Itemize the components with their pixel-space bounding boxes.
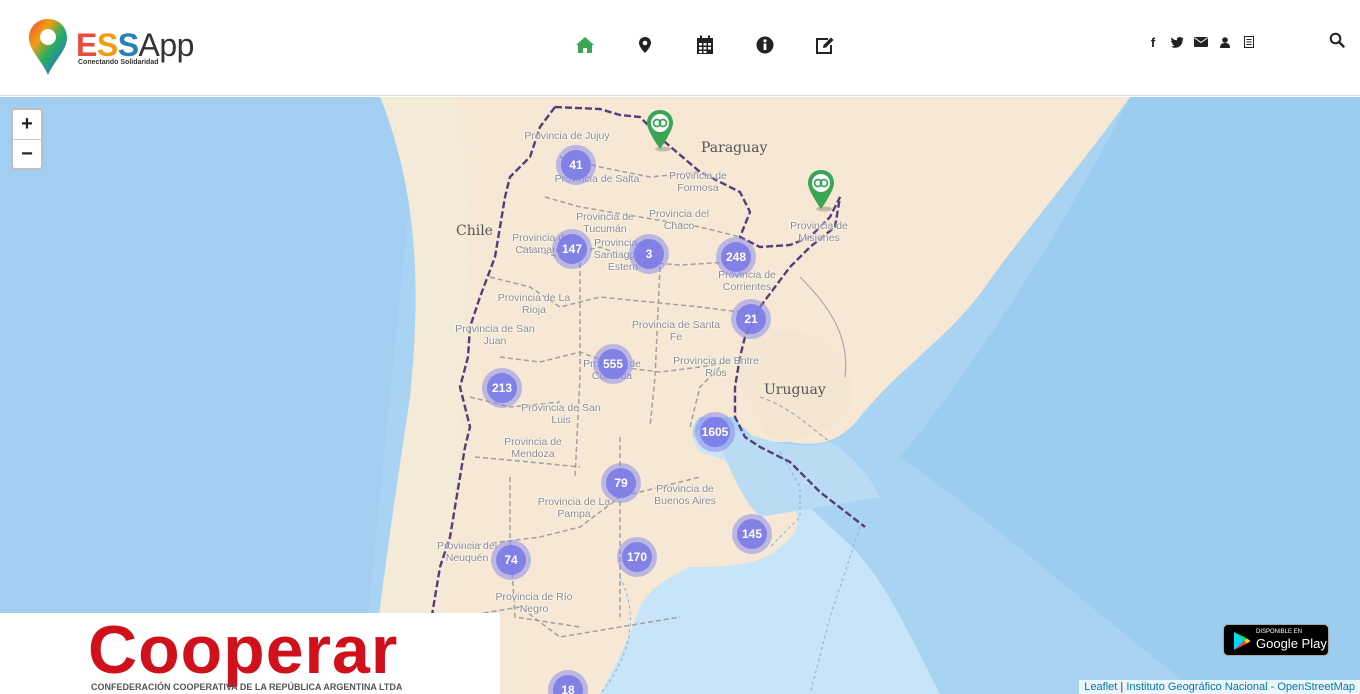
zoom-out-button[interactable]: − — [13, 139, 41, 168]
cooperar-logo-subtitle: CONFEDERACIÓN COOPERATIVA DE LA REPÚBLIC… — [91, 682, 403, 692]
map-pin-icon — [808, 170, 834, 212]
province-label: Provincia de San Luis — [521, 402, 601, 426]
search-icon — [1329, 32, 1345, 48]
twitter-link[interactable] — [1165, 34, 1189, 50]
province-label: Provincia de La Pampa — [537, 496, 611, 520]
province-label: Provincia de Buenos Aires — [654, 483, 716, 507]
social-links: f — [1141, 34, 1261, 50]
document-link[interactable] — [1237, 34, 1261, 50]
map-container[interactable]: + − Paraguay Chile Uruguay Provincia de … — [0, 97, 1360, 694]
cluster-marker[interactable]: 21 — [731, 299, 771, 339]
location-marker[interactable] — [806, 169, 836, 213]
province-label: Provincia de Misiones — [790, 220, 848, 244]
province-label: Provincia de Jujuy — [524, 130, 610, 142]
essapp-logo[interactable]: ESSApp Conectando Solidaridad — [28, 17, 208, 77]
document-icon — [1244, 36, 1254, 48]
province-label: Provincia de Formosa — [669, 170, 727, 194]
logo-pin-icon — [29, 19, 67, 75]
cluster-marker[interactable]: 145 — [732, 514, 772, 554]
cluster-marker[interactable]: 41 — [556, 145, 596, 185]
map-marker-icon — [639, 37, 651, 53]
cluster-marker[interactable]: 79 — [601, 463, 641, 503]
cluster-marker[interactable]: 213 — [482, 368, 522, 408]
main-nav — [555, 33, 855, 57]
province-label: Provincia de Entre Ríos — [673, 355, 759, 379]
leaflet-link[interactable]: Leaflet — [1084, 681, 1117, 693]
top-navbar: ESSApp Conectando Solidaridad f — [0, 0, 1360, 96]
zoom-control: + − — [11, 108, 43, 170]
google-play-label: Google Play — [1256, 636, 1327, 651]
facebook-icon: f — [1150, 34, 1156, 50]
cluster-marker[interactable]: 555 — [593, 344, 633, 384]
cluster-marker[interactable]: 147 — [552, 229, 592, 269]
cooperar-banner[interactable]: Cooperar CONFEDERACIÓN COOPERATIVA DE LA… — [0, 612, 500, 694]
search-button[interactable] — [1329, 32, 1347, 50]
user-icon — [1220, 36, 1230, 48]
province-label: Provincia de Santa Fe — [631, 319, 721, 343]
cluster-marker[interactable]: 74 — [491, 540, 531, 580]
nav-map[interactable] — [615, 33, 675, 57]
twitter-icon — [1170, 36, 1183, 48]
cooperar-logo-title: Cooperar — [88, 612, 399, 688]
google-play-caption: DISPONIBLE EN — [1256, 629, 1303, 635]
province-label: Provincia de La Rioja — [497, 292, 571, 316]
zoom-in-button[interactable]: + — [13, 110, 41, 139]
attribution-separator: | — [1117, 681, 1127, 693]
google-play-icon — [1234, 632, 1251, 650]
facebook-link[interactable]: f — [1141, 34, 1165, 50]
nav-info[interactable] — [735, 33, 795, 57]
location-marker[interactable] — [645, 109, 675, 153]
country-label-uruguay: Uruguay — [764, 382, 826, 398]
cluster-marker[interactable]: 248 — [716, 237, 756, 277]
cluster-marker[interactable]: 3 — [629, 234, 669, 274]
edit-icon — [816, 37, 834, 54]
nav-calendar[interactable] — [675, 33, 735, 57]
nav-edit[interactable] — [795, 33, 855, 57]
country-label-chile: Chile — [456, 223, 493, 239]
user-link[interactable] — [1213, 34, 1237, 50]
email-link[interactable] — [1189, 34, 1213, 50]
cluster-marker[interactable]: 1605 — [695, 412, 735, 452]
cluster-marker[interactable]: 170 — [617, 537, 657, 577]
nav-home[interactable] — [555, 33, 615, 57]
home-icon — [576, 37, 594, 53]
province-label: Provincia de Mendoza — [504, 436, 562, 460]
logo-tagline: Conectando Solidaridad — [78, 59, 159, 66]
map-pin-icon — [647, 110, 673, 152]
province-label: Provincia de Río Negro — [495, 591, 573, 615]
envelope-icon — [1194, 37, 1208, 47]
country-label-paraguay: Paraguay — [701, 140, 768, 156]
google-play-badge[interactable]: DISPONIBLE EN Google Play — [1223, 624, 1329, 656]
attribution-source-link[interactable]: Instituto Geográfico Nacional - OpenStre… — [1126, 681, 1355, 693]
province-label: Provincia de San Juan — [455, 323, 535, 347]
info-circle-icon — [756, 36, 774, 54]
calendar-icon — [697, 35, 713, 54]
map-attribution: Leaflet | Instituto Geográfico Nacional … — [1079, 680, 1360, 694]
